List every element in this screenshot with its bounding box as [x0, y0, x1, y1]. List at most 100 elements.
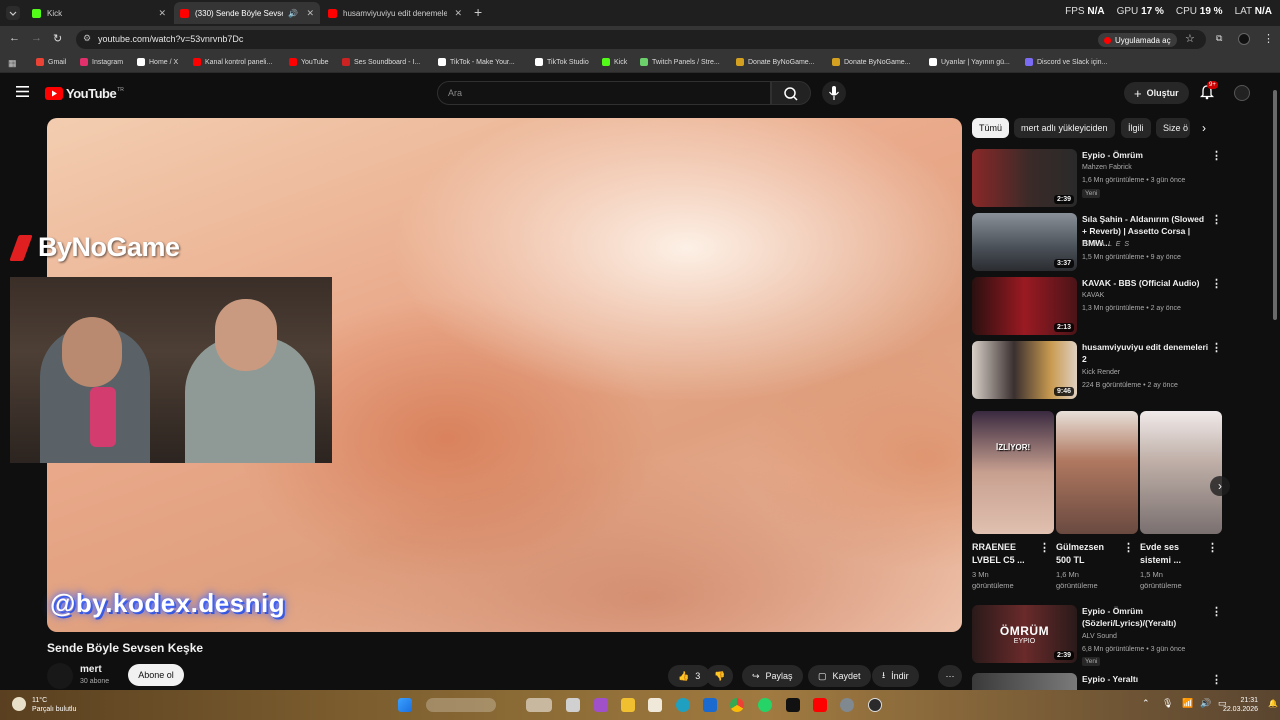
youtube-logo[interactable]: YouTube TR	[45, 86, 124, 101]
chip-for-you[interactable]: Size ö	[1156, 118, 1190, 138]
more-vertical-icon[interactable]: ⋮	[1123, 541, 1134, 554]
chrome-icon[interactable]	[730, 698, 744, 712]
tab-husam[interactable]: husamviyuviyu edit denemeleri ✕	[322, 2, 468, 24]
notification-center-icon[interactable]: 🔔	[1268, 699, 1278, 708]
search-taskbar-icon[interactable]	[426, 698, 496, 712]
obs-icon[interactable]	[868, 698, 882, 712]
scrollbar-thumb[interactable]	[1273, 90, 1277, 320]
widgets-icon[interactable]	[526, 698, 552, 712]
settings-gear-icon[interactable]	[840, 698, 854, 712]
browser-menu-icon[interactable]: ⋮	[1263, 32, 1274, 45]
list-item[interactable]: 9:46 husamviyuviyu edit denemeleri 2 Kic…	[972, 341, 1222, 399]
weather-widget[interactable]: 11°C Parçalı bulutlu	[32, 696, 76, 714]
short-item[interactable]: İZLİYOR! RRAENEE LVBEL C5 ... 3 Mn görünt…	[972, 411, 1054, 590]
apps-grid-icon[interactable]: ▦	[8, 58, 17, 69]
bookmark-discord[interactable]: Discord ve Slack için...	[1025, 58, 1107, 66]
video-thumbnail[interactable]	[972, 673, 1077, 690]
bookmark-donate-1[interactable]: Donate ByNoGame...	[736, 58, 815, 66]
more-vertical-icon[interactable]: ⋮	[1211, 149, 1222, 162]
short-thumbnail[interactable]	[1056, 411, 1138, 534]
download-button[interactable]: ⭳ İndir	[872, 665, 919, 687]
bookmark-youtube[interactable]: YouTube	[289, 58, 329, 66]
like-button[interactable]: 👍 3	[668, 665, 711, 687]
edge-browser-icon[interactable]	[676, 698, 690, 712]
short-item[interactable]: Gülmezsen 500 TL 1,6 Mn görüntüleme ⋮	[1056, 411, 1138, 590]
voice-search-button[interactable]	[822, 81, 846, 105]
bookmark-alerts[interactable]: Uyarılar | Yayının gü...	[929, 58, 1010, 66]
short-item[interactable]: Evde ses sistemi ... 1,5 Mn görüntüleme ⋮	[1140, 411, 1222, 590]
save-button[interactable]: ▢ Kaydet	[808, 665, 871, 687]
app-store-icon[interactable]	[594, 698, 608, 712]
new-tab-icon[interactable]: +	[474, 4, 482, 20]
calculator-icon[interactable]	[648, 698, 662, 712]
youtube-taskbar-icon[interactable]	[813, 698, 827, 712]
bookmark-twitch-panels[interactable]: Twitch Panels / Stre...	[640, 58, 720, 66]
tray-chevron-icon[interactable]: ⌃	[1142, 698, 1150, 709]
dislike-button[interactable]: 👎	[706, 665, 734, 687]
list-item[interactable]: 2:39 Eypio - Ömrüm Mahzen Fabrick 1,6 Mn…	[972, 149, 1222, 207]
bookmark-instagram[interactable]: Instagram	[80, 58, 123, 66]
windows-start-icon[interactable]	[398, 698, 412, 712]
more-vertical-icon[interactable]: ⋮	[1211, 277, 1222, 290]
tiktok-taskbar-icon[interactable]	[786, 698, 800, 712]
profile-avatar[interactable]	[1238, 33, 1250, 45]
tab-youtube-active[interactable]: (330) Sende Böyle Sevsen K 🔊 ✕	[174, 2, 320, 24]
system-clock[interactable]: 21:31 22.03.2026	[1223, 696, 1258, 714]
create-button[interactable]: + Oluştur	[1124, 82, 1189, 104]
search-input[interactable]: Ara	[437, 81, 771, 105]
chevron-right-icon[interactable]: ›	[1202, 121, 1206, 135]
video-thumbnail[interactable]: 2:39	[972, 149, 1077, 207]
outlook-icon[interactable]	[703, 698, 717, 712]
more-vertical-icon[interactable]: ⋮	[1211, 341, 1222, 354]
file-explorer-icon[interactable]	[621, 698, 635, 712]
list-item[interactable]: Eypio - Yeraltı ⋮	[972, 673, 1222, 690]
more-vertical-icon[interactable]: ⋮	[1039, 541, 1050, 554]
tray-mic-icon[interactable]: 🎙	[1162, 698, 1173, 709]
bookmark-tiktok-studio[interactable]: TikTok Studio	[535, 58, 589, 66]
more-vertical-icon[interactable]: ⋮	[1211, 605, 1222, 618]
forward-arrow-icon[interactable]: →	[31, 32, 42, 44]
video-thumbnail[interactable]: 3:37	[972, 213, 1077, 271]
video-thumbnail[interactable]: ÖMRÜM EYPIO 2:39	[972, 605, 1077, 663]
close-tab-icon[interactable]: ✕	[454, 8, 462, 19]
more-actions-button[interactable]: ⋯	[938, 665, 962, 687]
site-info-icon[interactable]: ⚙	[83, 33, 91, 44]
open-in-app-button[interactable]: Uygulamada aç	[1098, 33, 1177, 47]
tray-volume-icon[interactable]: 🔊	[1200, 698, 1211, 709]
list-item[interactable]: 3:37 Sıla Şahin - Aldanırım (Slowed + Re…	[972, 213, 1222, 271]
account-avatar[interactable]	[1234, 85, 1250, 101]
tray-wifi-icon[interactable]: 📶	[1182, 698, 1193, 709]
speaker-icon[interactable]: 🔊	[288, 9, 298, 18]
search-button[interactable]	[771, 81, 811, 105]
channel-avatar[interactable]	[47, 663, 73, 689]
chip-all[interactable]: Tümü	[972, 118, 1010, 138]
bookmark-donate-2[interactable]: Donate ByNoGame...	[832, 58, 911, 66]
task-view-icon[interactable]	[566, 698, 580, 712]
tab-kick[interactable]: Kick ✕	[26, 2, 172, 24]
more-vertical-icon[interactable]: ⋮	[1207, 541, 1218, 554]
bookmark-gmail[interactable]: Gmail	[36, 58, 66, 66]
short-thumbnail[interactable]	[1140, 411, 1222, 534]
channel-name[interactable]: mert	[80, 664, 102, 675]
close-tab-icon[interactable]: ✕	[158, 8, 166, 19]
tab-search-icon[interactable]	[6, 6, 20, 20]
bookmark-soundboard[interactable]: Ses Soundboard - I...	[342, 58, 420, 66]
chip-from-uploader[interactable]: mert adlı yükleyiciden	[1014, 118, 1115, 138]
close-tab-icon[interactable]: ✕	[306, 8, 314, 19]
more-vertical-icon[interactable]: ⋮	[1211, 213, 1222, 226]
share-button[interactable]: ↪ Paylaş	[742, 665, 803, 687]
page-scrollbar[interactable]	[1272, 80, 1278, 690]
back-arrow-icon[interactable]: ←	[9, 32, 20, 44]
extensions-icon[interactable]: ⧉	[1216, 33, 1222, 44]
list-item[interactable]: ÖMRÜM EYPIO 2:39 Eypio - Ömrüm (Sözleri/…	[972, 605, 1222, 666]
bookmark-star-icon[interactable]: ☆	[1185, 32, 1195, 45]
bookmark-channel-dashboard[interactable]: Kanal kontrol paneli...	[193, 58, 272, 66]
bookmark-tiktok[interactable]: TikTok - Make Your...	[438, 58, 515, 66]
address-bar[interactable]: ⚙ youtube.com/watch?v=53vnrvnb7Dc	[76, 30, 1206, 49]
weather-icon[interactable]	[12, 697, 26, 711]
bookmark-kick[interactable]: Kick	[602, 58, 627, 66]
video-thumbnail[interactable]: 9:46	[972, 341, 1077, 399]
more-vertical-icon[interactable]: ⋮	[1211, 673, 1222, 686]
whatsapp-icon[interactable]	[758, 698, 772, 712]
subscribe-button[interactable]: Abone ol	[128, 664, 184, 686]
